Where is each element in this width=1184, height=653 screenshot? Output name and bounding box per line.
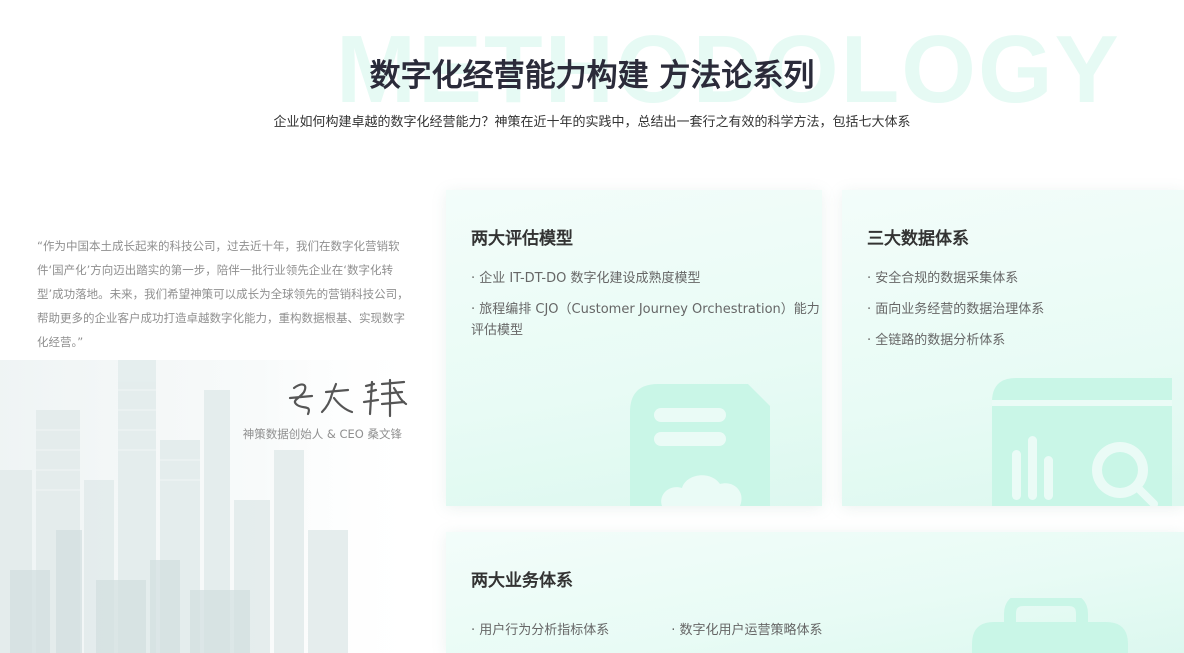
list-item: 面向业务经营的数据治理体系 xyxy=(867,299,1184,320)
list-item: 旅程编排 CJO（Customer Journey Orchestration）… xyxy=(471,299,821,341)
card-title: 三大数据体系 xyxy=(867,229,969,249)
list-item: 用户行为分析指标体系 xyxy=(471,620,609,641)
list-item: 安全合规的数据采集体系 xyxy=(867,268,1184,289)
briefcase-icon xyxy=(972,598,1128,653)
founder-quote: “作为中国本土成长起来的科技公司，过去近十年，我们在数字化营销软件‘国产化’方向… xyxy=(37,239,409,349)
document-cloud-icon xyxy=(630,384,770,506)
page-title: 数字化经营能力构建 方法论系列 xyxy=(369,58,815,94)
list-item: 企业 IT-DT-DO 数字化建设成熟度模型 xyxy=(471,268,821,289)
card-list: 企业 IT-DT-DO 数字化建设成熟度模型 旅程编排 CJO（Customer… xyxy=(471,268,821,351)
list-item: 全链路的数据分析体系 xyxy=(867,330,1184,351)
page-subtitle: 企业如何构建卓越的数字化经营能力？神策在近十年的实践中，总结出一套行之有效的科学… xyxy=(273,115,911,130)
quote-attribution: 神策数据创始人 & CEO 桑文锋 xyxy=(242,427,402,441)
card-evaluation-models: 两大评估模型 企业 IT-DT-DO 数字化建设成熟度模型 旅程编排 CJO（C… xyxy=(446,190,822,506)
card-data-systems: 三大数据体系 安全合规的数据采集体系 面向业务经营的数据治理体系 全链路的数据分… xyxy=(842,190,1184,506)
card-title: 两大业务体系 xyxy=(471,571,573,591)
list-item: 数字化用户运营策略体系 xyxy=(671,620,823,641)
card-business-systems: 两大业务体系 用户行为分析指标体系 数字化用户运营策略体系 xyxy=(446,532,1184,653)
card-title: 两大评估模型 xyxy=(471,229,573,249)
chart-search-icon xyxy=(992,378,1172,506)
signature-image xyxy=(288,378,408,418)
card-list: 安全合规的数据采集体系 面向业务经营的数据治理体系 全链路的数据分析体系 xyxy=(867,268,1184,361)
